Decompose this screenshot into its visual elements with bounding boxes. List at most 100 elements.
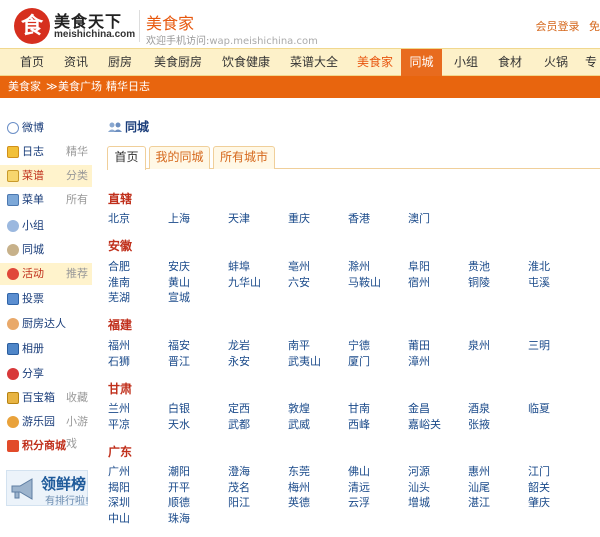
nav-item-kitchen[interactable]: 厨房 (98, 49, 142, 76)
city-link[interactable]: 定西 (228, 400, 250, 416)
city-link[interactable]: 铜陵 (468, 274, 490, 290)
nav-item-special[interactable]: 专 (582, 49, 600, 76)
city-link[interactable]: 东莞 (288, 463, 310, 479)
sidebar-item-log[interactable]: 日志 精华 (0, 141, 92, 163)
city-link[interactable]: 广州 (108, 463, 130, 479)
city-link[interactable]: 宣城 (168, 289, 190, 305)
city-link[interactable]: 张掖 (468, 416, 490, 432)
city-link[interactable]: 甘南 (348, 400, 370, 416)
city-link[interactable]: 亳州 (288, 258, 310, 274)
city-link[interactable]: 揭阳 (108, 479, 130, 495)
sidebar-item-extra[interactable]: 所有 (66, 189, 88, 211)
city-link[interactable]: 武夷山 (288, 353, 321, 369)
city-link[interactable]: 蚌埠 (228, 258, 250, 274)
city-link[interactable]: 晋江 (168, 353, 190, 369)
city-link[interactable]: 佛山 (348, 463, 370, 479)
sidebar-item-weibo[interactable]: 微博 (0, 117, 92, 139)
city-link[interactable]: 澄海 (228, 463, 250, 479)
city-link[interactable]: 潮阳 (168, 463, 190, 479)
nav-item-groups[interactable]: 小组 (446, 49, 486, 76)
city-link[interactable]: 开平 (168, 479, 190, 495)
sidebar-item-chef[interactable]: 厨房达人 (0, 313, 92, 335)
city-link[interactable]: 云浮 (348, 494, 370, 510)
wap-link[interactable]: wap.meishichina.com (209, 36, 317, 47)
city-link[interactable]: 贵池 (468, 258, 490, 274)
city-link[interactable]: 顺德 (168, 494, 190, 510)
nav-item-food-kitchen[interactable]: 美食厨房 (146, 49, 210, 76)
sidebar-item-extra[interactable]: 精华 (66, 141, 88, 163)
city-link[interactable]: 漳州 (408, 353, 430, 369)
sidebar-item-city[interactable]: 同城 (0, 239, 92, 261)
city-link[interactable]: 江门 (528, 463, 550, 479)
nav-item-news[interactable]: 资讯 (56, 49, 96, 76)
city-link[interactable]: 汕头 (408, 479, 430, 495)
city-link[interactable]: 汕尾 (468, 479, 490, 495)
city-link[interactable]: 宁德 (348, 337, 370, 353)
sidebar-item-treasure[interactable]: 百宝箱 收藏 (0, 387, 92, 409)
city-link[interactable]: 深圳 (108, 494, 130, 510)
nav-item-hotpot[interactable]: 火锅 (534, 49, 578, 76)
city-link[interactable]: 增城 (408, 494, 430, 510)
city-link[interactable]: 珠海 (168, 510, 190, 526)
city-link[interactable]: 南平 (288, 337, 310, 353)
city-link[interactable]: 淮北 (528, 258, 550, 274)
city-link[interactable]: 福州 (108, 337, 130, 353)
city-link[interactable]: 韶关 (528, 479, 550, 495)
city-link[interactable]: 西峰 (348, 416, 370, 432)
sidebar-item-extra[interactable]: 分类 (66, 165, 88, 187)
city-link[interactable]: 湛江 (468, 494, 490, 510)
register-link[interactable]: 免 (589, 20, 600, 33)
sidebar-item-extra[interactable]: 收藏 (66, 387, 88, 409)
city-link[interactable]: 屯溪 (528, 274, 550, 290)
city-link[interactable]: 马鞍山 (348, 274, 381, 290)
city-link[interactable]: 永安 (228, 353, 250, 369)
sidebar-item-album[interactable]: 相册 (0, 338, 92, 360)
city-link[interactable]: 滁州 (348, 258, 370, 274)
city-link[interactable]: 厦门 (348, 353, 370, 369)
city-link[interactable]: 天津 (228, 210, 250, 226)
city-link[interactable]: 安庆 (168, 258, 190, 274)
breadcrumb-foodie[interactable]: 美食家 (8, 76, 41, 98)
city-link[interactable]: 清远 (348, 479, 370, 495)
sidebar-item-activity[interactable]: 活动 推荐 (0, 263, 92, 285)
city-link[interactable]: 阜阳 (408, 258, 430, 274)
nav-item-health[interactable]: 饮食健康 (214, 49, 278, 76)
city-link[interactable]: 龙岩 (228, 337, 250, 353)
city-link[interactable]: 芜湖 (108, 289, 130, 305)
city-link[interactable]: 莆田 (408, 337, 430, 353)
sidebar-item-vote[interactable]: 投票 (0, 288, 92, 310)
tab-all-cities[interactable]: 所有城市 (213, 146, 275, 169)
city-link[interactable]: 阳江 (228, 494, 250, 510)
city-link[interactable]: 肇庆 (528, 494, 550, 510)
sidebar-item-recipe[interactable]: 菜谱 分类 (0, 165, 92, 187)
city-link[interactable]: 黄山 (168, 274, 190, 290)
ranking-banner[interactable]: 领鲜榜 有排行啦! (6, 470, 89, 507)
city-link[interactable]: 梅州 (288, 479, 310, 495)
sidebar-item-share[interactable]: 分享 (0, 363, 92, 385)
city-link[interactable]: 敦煌 (288, 400, 310, 416)
city-link[interactable]: 北京 (108, 210, 130, 226)
city-link[interactable]: 宿州 (408, 274, 430, 290)
nav-item-foodie[interactable]: 美食家 (350, 49, 400, 76)
nav-item-recipes[interactable]: 菜谱大全 (282, 49, 346, 76)
city-link[interactable]: 茂名 (228, 479, 250, 495)
city-link[interactable]: 河源 (408, 463, 430, 479)
site-title[interactable]: 美食家 (146, 10, 194, 34)
breadcrumb-plaza[interactable]: 美食广场 (58, 76, 102, 98)
city-link[interactable]: 重庆 (288, 210, 310, 226)
city-link[interactable]: 武威 (288, 416, 310, 432)
nav-item-home[interactable]: 首页 (10, 49, 54, 76)
city-link[interactable]: 澳门 (408, 210, 430, 226)
tab-my-city[interactable]: 我的同城 (149, 146, 210, 169)
sidebar-item-extra[interactable]: 推荐 (66, 263, 88, 285)
tab-home[interactable]: 首页 (107, 146, 146, 170)
nav-item-city[interactable]: 同城 (401, 49, 442, 76)
sidebar-item-menu[interactable]: 菜单 所有 (0, 189, 92, 211)
nav-item-ingredients[interactable]: 食材 (490, 49, 530, 76)
city-link[interactable]: 酒泉 (468, 400, 490, 416)
city-link[interactable]: 三明 (528, 337, 550, 353)
city-link[interactable]: 平凉 (108, 416, 130, 432)
city-link[interactable]: 嘉峪关 (408, 416, 441, 432)
sidebar-item-mall[interactable]: 积分商城 (0, 435, 92, 457)
city-link[interactable]: 泉州 (468, 337, 490, 353)
